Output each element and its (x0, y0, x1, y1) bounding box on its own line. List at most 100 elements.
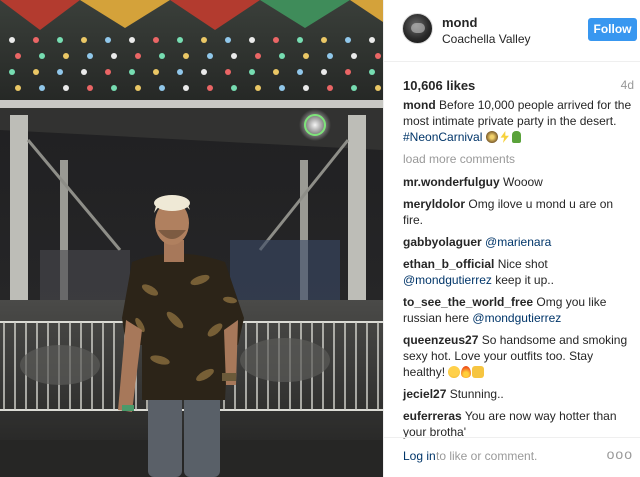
comment-username[interactable]: to_see_the_world_free (403, 295, 533, 309)
canopy-bulb (81, 69, 87, 75)
comment-mention[interactable]: @mondgutierrez (472, 311, 561, 325)
carnival-photo-illustration (0, 0, 383, 477)
lightning-icon (500, 131, 509, 143)
canopy-bulb (129, 69, 135, 75)
cactus-icon (511, 131, 521, 143)
canopy-bulb (153, 37, 159, 43)
canopy-bulb (15, 53, 21, 59)
canopy-bulb (345, 37, 351, 43)
canopy-bulb (207, 85, 213, 91)
avatar[interactable] (402, 13, 433, 44)
canopy-bulb (39, 85, 45, 91)
comment-username[interactable]: gabbyolaguer (403, 235, 482, 249)
comment-username[interactable]: mr.wonderfulguy (403, 175, 500, 189)
caption-username[interactable]: mond (403, 98, 436, 112)
canopy-bulb (105, 69, 111, 75)
canopy-bulb (321, 69, 327, 75)
comment-text: Wooow (503, 175, 543, 189)
canopy-bulb (351, 85, 357, 91)
canopy-bulb (279, 85, 285, 91)
canopy-bulb (225, 69, 231, 75)
canopy-bulb (9, 69, 15, 75)
post-location[interactable]: Coachella Valley (442, 32, 531, 46)
canopy-bulb (57, 69, 63, 75)
comment-mention[interactable]: @marienara (485, 235, 551, 249)
canopy-bulb (153, 69, 159, 75)
sparkler-icon (485, 131, 498, 143)
post-photo[interactable] (0, 0, 383, 477)
canopy-bulb (207, 53, 213, 59)
comment-item: to_see_the_world_free Omg you like russi… (403, 294, 635, 326)
canopy-bulb (63, 85, 69, 91)
comment-username[interactable]: meryldolor (403, 197, 465, 211)
follow-button[interactable]: Follow (588, 18, 637, 41)
canopy-bulb (87, 53, 93, 59)
canopy-bulb (33, 37, 39, 43)
comment-item: ethan_b_official Nice shot @mondgutierre… (403, 256, 635, 288)
caption-hashtag[interactable]: #NeonCarnival (403, 130, 482, 144)
canopy-bulb (375, 85, 381, 91)
canopy-bulb (297, 37, 303, 43)
canopy-bulb (225, 37, 231, 43)
canopy-bulb (303, 53, 309, 59)
canopy-bulb (177, 37, 183, 43)
more-options-icon[interactable]: ooo (607, 446, 633, 462)
canopy-bulb (201, 69, 207, 75)
canopy-bulb (135, 85, 141, 91)
comment-username[interactable]: jeciel27 (403, 387, 446, 401)
canopy-bulb (81, 37, 87, 43)
comments-list: mond Before 10,000 people arrived for th… (403, 97, 635, 446)
login-link[interactable]: Log in (403, 449, 436, 463)
canopy-bulb (159, 85, 165, 91)
post-time[interactable]: 4d (621, 78, 634, 92)
canopy-bulb (297, 69, 303, 75)
heart-eyes-icon (448, 366, 461, 378)
caption-text: Before 10,000 people arrived for the mos… (403, 98, 632, 128)
comment-username[interactable]: euferreras (403, 409, 462, 423)
canopy-bulb (129, 37, 135, 43)
canopy-bulb (201, 37, 207, 43)
canopy-bulb (273, 69, 279, 75)
canopy-bulb (87, 85, 93, 91)
comment-username[interactable]: ethan_b_official (403, 257, 494, 271)
canopy-bulb (369, 37, 375, 43)
canopy-bulb (105, 37, 111, 43)
comment-item: mr.wonderfulguy Wooow (403, 174, 635, 190)
canopy-bulb (273, 37, 279, 43)
canopy-bulb (183, 53, 189, 59)
comment-item: euferreras You are now way hotter than y… (403, 408, 635, 440)
comment-mention[interactable]: @mondgutierrez (403, 273, 492, 287)
canopy-bulb (57, 37, 63, 43)
comment-text: Stunning.. (449, 387, 504, 401)
likes-count[interactable]: 10,606 likes (403, 78, 475, 93)
canopy-bulb (255, 85, 261, 91)
fire-icon (461, 366, 472, 378)
canopy-bulb (9, 37, 15, 43)
canopy-bulb (351, 53, 357, 59)
caption: mond Before 10,000 people arrived for th… (403, 97, 635, 145)
canopy-bulb (345, 69, 351, 75)
load-more-comments-link[interactable]: load more comments (403, 151, 635, 167)
canopy-bulb (177, 69, 183, 75)
canopy-bulb (255, 53, 261, 59)
comment-text-after: keep it up.. (495, 273, 554, 287)
canopy-bulb (111, 85, 117, 91)
canopy-bulb (327, 53, 333, 59)
canopy-bulb (249, 69, 255, 75)
post-details-panel: mond Coachella Valley Follow 10,606 like… (383, 0, 640, 477)
comment-text: Nice shot (497, 257, 548, 271)
comment-item: meryldolor Omg ilove u mond u are on fir… (403, 196, 635, 228)
canopy-bulb (375, 53, 381, 59)
canopy-bulb (33, 69, 39, 75)
comment-item: jeciel27 Stunning.. (403, 386, 635, 402)
canopy-bulb (15, 85, 21, 91)
login-prompt-text: to like or comment. (436, 449, 538, 463)
comment-item: gabbyolaguer @marienara (403, 234, 635, 250)
comment-username[interactable]: queenzeus27 (403, 333, 478, 347)
canopy-bulb (135, 53, 141, 59)
canopy-bulb (303, 85, 309, 91)
post-footer: Log in to like or comment. ooo (384, 437, 640, 477)
canopy-bulb (231, 85, 237, 91)
post-header: mond Coachella Valley Follow (384, 0, 640, 62)
post-username[interactable]: mond (442, 15, 477, 30)
